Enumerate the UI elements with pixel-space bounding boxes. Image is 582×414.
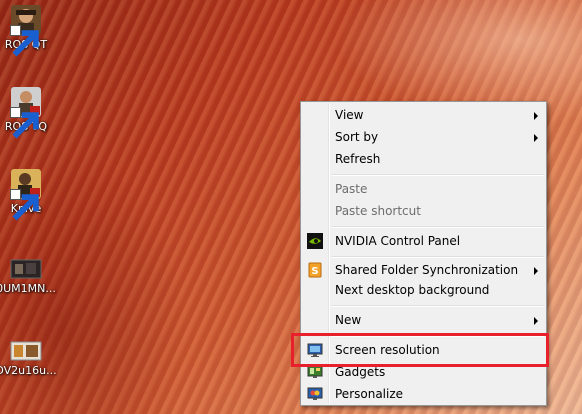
submenu-arrow-icon xyxy=(534,134,538,142)
menu-item-personalize[interactable]: Personalize xyxy=(303,384,544,405)
menu-item-label: New xyxy=(335,313,362,327)
menu-separator xyxy=(331,226,544,228)
menu-separator xyxy=(331,256,544,258)
menu-item-label: Personalize xyxy=(335,387,404,401)
svg-text:S: S xyxy=(311,266,318,277)
submenu-arrow-icon xyxy=(534,267,538,275)
menu-item-new[interactable]: New xyxy=(303,310,544,331)
menu-item-label: Paste shortcut xyxy=(335,204,421,218)
sync-folder-icon: S xyxy=(307,262,323,278)
menu-item-nvidia-control-panel[interactable]: NVIDIA Control Panel xyxy=(303,231,544,252)
menu-item-next-desktop-background[interactable]: Next desktop background xyxy=(303,280,544,301)
game-icon xyxy=(10,168,42,221)
game-icon xyxy=(10,4,42,57)
personalize-icon xyxy=(307,386,323,402)
menu-item-label: View xyxy=(335,108,364,122)
submenu-arrow-icon xyxy=(534,317,538,325)
menu-item-label: Shared Folder Synchronization xyxy=(335,263,519,277)
desktop-icon-image-2[interactable]: DV2u16u... xyxy=(0,340,66,377)
desktop-icon-ros-tq[interactable]: ROS TQ xyxy=(0,86,66,139)
desktop-icon-image-1[interactable]: 0UM1MN... xyxy=(0,258,66,295)
menu-item-label: NVIDIA Control Panel xyxy=(335,234,461,248)
shortcut-arrow-icon xyxy=(10,189,39,221)
submenu-arrow-icon xyxy=(534,112,538,120)
image-icon xyxy=(10,258,42,280)
menu-item-sort-by[interactable]: Sort by xyxy=(303,127,544,148)
menu-item-paste: Paste xyxy=(303,179,544,200)
menu-item-label: Refresh xyxy=(335,152,381,166)
menu-item-refresh[interactable]: Refresh xyxy=(303,149,544,170)
menu-item-shared-folder-sync[interactable]: S Shared Folder Synchronization xyxy=(303,260,544,281)
image-icon xyxy=(10,340,42,362)
desktop-icon-ros-qt[interactable]: ROS QT xyxy=(0,4,66,57)
desktop-icon-label: DV2u16u... xyxy=(0,364,57,377)
menu-item-label: Next desktop background xyxy=(335,283,490,297)
desktop-icon-knive[interactable]: Knive xyxy=(0,168,66,221)
highlight-box xyxy=(291,333,549,367)
menu-item-view[interactable]: View xyxy=(303,105,544,126)
menu-separator xyxy=(331,305,544,307)
menu-item-paste-shortcut: Paste shortcut xyxy=(303,201,544,222)
menu-item-label: Paste xyxy=(335,182,368,196)
menu-item-label: Sort by xyxy=(335,130,379,144)
shortcut-arrow-icon xyxy=(10,107,39,139)
desktop-icon-label: 0UM1MN... xyxy=(0,282,56,295)
menu-separator xyxy=(331,174,544,176)
game-icon xyxy=(10,86,42,139)
shortcut-arrow-icon xyxy=(10,25,39,57)
nvidia-icon xyxy=(307,233,323,249)
